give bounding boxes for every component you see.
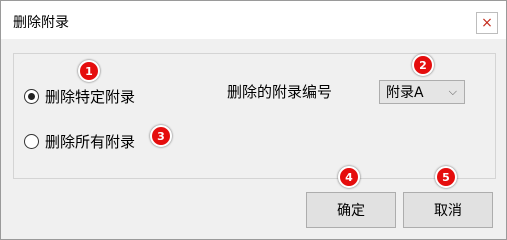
ok-button[interactable]: 确定 xyxy=(306,192,396,228)
close-button[interactable]: × xyxy=(476,12,498,34)
close-icon: × xyxy=(481,15,493,31)
ok-button-label: 确定 xyxy=(337,203,365,219)
radio-delete-specific-label[interactable]: 删除特定附录 xyxy=(45,86,135,107)
cancel-button-label: 取消 xyxy=(434,203,462,219)
delete-appendix-dialog: 删除附录 × 删除特定附录 删除所有附录 删除的附录编号 附录A ⌵ 确定 取消… xyxy=(0,0,507,240)
chevron-down-icon: ⌵ xyxy=(448,85,457,98)
radio-delete-all[interactable]: 删除所有附录 xyxy=(24,131,135,152)
title-bar: 删除附录 × xyxy=(1,1,506,39)
annotation-badge-2: 2 xyxy=(412,54,434,76)
annotation-badge-5: 5 xyxy=(435,166,457,188)
dialog-title: 删除附录 xyxy=(13,15,69,31)
annotation-badge-1: 1 xyxy=(78,60,100,82)
appendix-number-select[interactable]: 附录A ⌵ xyxy=(379,80,465,104)
radio-delete-specific-indicator[interactable] xyxy=(24,89,39,104)
radio-delete-all-indicator[interactable] xyxy=(24,134,39,149)
cancel-button[interactable]: 取消 xyxy=(403,192,493,228)
radio-delete-all-label[interactable]: 删除所有附录 xyxy=(45,131,135,152)
appendix-number-value: 附录A xyxy=(386,85,424,101)
annotation-badge-3: 3 xyxy=(150,125,172,147)
radio-delete-specific[interactable]: 删除特定附录 xyxy=(24,86,135,107)
appendix-number-label: 删除的附录编号 xyxy=(227,83,333,101)
annotation-badge-4: 4 xyxy=(338,166,360,188)
